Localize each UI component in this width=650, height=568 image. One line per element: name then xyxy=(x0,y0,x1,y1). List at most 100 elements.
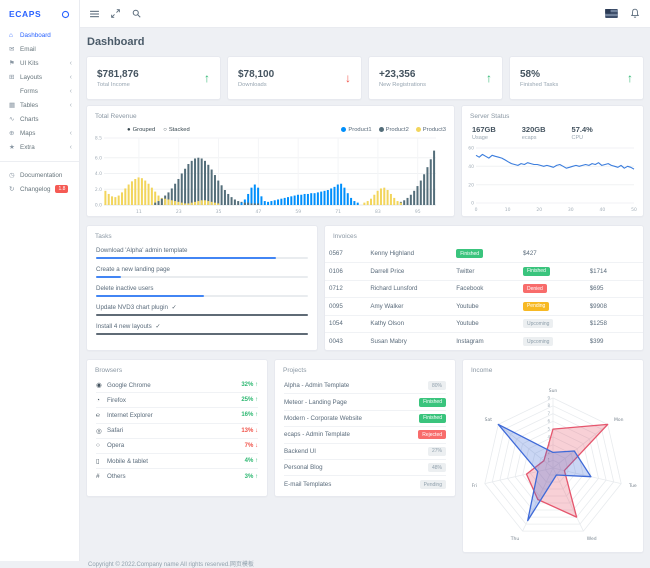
mode-radio-stacked[interactable]: ○Stacked xyxy=(163,127,190,133)
browser-name: Internet Explorer xyxy=(107,412,153,419)
search-icon[interactable] xyxy=(132,9,141,18)
task-progress-track xyxy=(96,333,308,335)
browser-share: 7% ↓ xyxy=(245,443,258,449)
invoice-cell: Twitter xyxy=(452,263,519,281)
sidebar-item-charts[interactable]: ∿Charts xyxy=(0,112,79,126)
svg-text:10: 10 xyxy=(505,207,511,213)
sidebar-item-layouts[interactable]: ⊞Layouts‹ xyxy=(0,70,79,84)
task-item: Update NVD3 chart plugin ✓ xyxy=(87,301,317,316)
task-progress-fill xyxy=(96,314,308,316)
card-title: Invoices xyxy=(325,226,643,244)
table-icon: ▦ xyxy=(9,101,20,109)
stat-card-finished-tasks: 58%Finished Tasks↑ xyxy=(509,56,644,100)
svg-text:4.0: 4.0 xyxy=(95,171,102,177)
language-flag-icon[interactable] xyxy=(605,9,618,18)
legend-item-product2[interactable]: Product2 xyxy=(379,127,409,133)
sidebar-item-dashboard[interactable]: ⌂Dashboard xyxy=(0,28,79,42)
sidebar-item-ui-kits[interactable]: ⚑UI Kits‹ xyxy=(0,56,79,70)
invoice-cell: $399 xyxy=(586,333,643,351)
browser-share: 25% ↑ xyxy=(241,397,258,403)
browser-row-others: #Others3% ↑ xyxy=(96,469,258,484)
invoice-cell: $427 xyxy=(519,245,586,263)
server-metric-cpu: 57.4%CPU xyxy=(572,125,593,141)
server-status-card: Server Status 167GBUsage320GBecaps57.4%C… xyxy=(461,105,644,217)
sidebar-item-documentation[interactable]: ◷Documentation xyxy=(0,168,79,182)
svg-text:23: 23 xyxy=(176,209,182,215)
others-icon: # xyxy=(96,473,107,480)
card-title: Browsers xyxy=(87,360,267,378)
stat-value: $781,876 xyxy=(97,69,139,80)
flag-icon: ⚑ xyxy=(9,59,20,67)
metric-label: CPU xyxy=(572,135,593,141)
metric-label: ecaps xyxy=(522,135,546,141)
trend-up-arrow-icon: ↑ xyxy=(627,71,633,85)
bell-icon[interactable] xyxy=(630,8,640,19)
svg-text:71: 71 xyxy=(335,209,341,215)
svg-text:0: 0 xyxy=(475,207,478,213)
stat-label: Finished Tasks xyxy=(520,82,558,88)
svg-text:20: 20 xyxy=(536,207,542,213)
project-row-modern-corporate-website: Modern - Corporate WebsiteFinished xyxy=(284,411,446,427)
invoice-cell: $1258 xyxy=(586,315,643,333)
project-row-meteor-landing-page: Meteor - Landing PageFinished xyxy=(284,394,446,410)
opera-icon: ○ xyxy=(96,442,107,449)
legend-item-product1[interactable]: Product1 xyxy=(341,127,371,133)
sidebar-item-tables[interactable]: ▦Tables‹ xyxy=(0,98,79,112)
status-badge: Denied xyxy=(523,284,547,293)
invoice-id-cell: 0043 xyxy=(325,333,366,351)
sidebar-toggle-icon[interactable] xyxy=(61,10,70,19)
svg-text:20: 20 xyxy=(468,182,474,188)
invoice-cell: Youtube xyxy=(452,298,519,316)
mode-radio-grouped[interactable]: ●Grouped xyxy=(127,127,155,133)
svg-text:Sat: Sat xyxy=(485,417,493,423)
stat-cards-row: $781,876Total Income↑$78,100Downloads↓+2… xyxy=(86,56,644,100)
sidebar-divider xyxy=(0,161,79,162)
invoice-id-cell: 0106 xyxy=(325,263,366,281)
metric-label: Usage xyxy=(472,135,496,141)
sidebar-item-forms[interactable]: Forms‹ xyxy=(0,84,79,98)
project-name: Personal Blog xyxy=(284,464,323,471)
browser-row-safari: ◎Safari13% ↓ xyxy=(96,424,258,439)
invoice-cell: Susan Mabry xyxy=(366,333,452,351)
check-icon: ✓ xyxy=(155,324,160,330)
svg-text:83: 83 xyxy=(375,209,381,215)
tasks-list: Download 'Alpha' admin templateCreate a … xyxy=(87,244,317,335)
sidebar-secondary-nav: ◷Documentation↻Changelog1.8 xyxy=(0,168,79,196)
card-title: Projects xyxy=(275,360,455,378)
table-row: 0712Richard LunsfordFacebookDenied$695 xyxy=(325,280,643,298)
stat-card-new-registrations: +23,356New Registrations↑ xyxy=(368,56,503,100)
ie-icon: ℮ xyxy=(96,412,107,419)
task-item: Install 4 new layouts ✓ xyxy=(87,320,317,335)
invoice-status-cell: Finished xyxy=(452,245,519,263)
svg-text:8.5: 8.5 xyxy=(95,136,102,142)
chevron-icon: ‹ xyxy=(70,88,72,95)
sidebar-item-email[interactable]: ✉Email xyxy=(0,42,79,56)
tasks-card: Tasks Download 'Alpha' admin templateCre… xyxy=(86,225,318,351)
check-icon: ✓ xyxy=(172,305,177,311)
browser-share: 32% ↑ xyxy=(241,382,258,388)
invoice-status-cell: Pending xyxy=(519,298,586,316)
sidebar-item-maps[interactable]: ⊕Maps‹ xyxy=(0,126,79,140)
svg-text:Sun: Sun xyxy=(549,388,558,394)
browser-name: Others xyxy=(107,473,126,480)
sidebar-item-changelog[interactable]: ↻Changelog1.8 xyxy=(0,182,79,196)
svg-text:Tue: Tue xyxy=(628,483,637,489)
menu-icon[interactable] xyxy=(90,10,99,18)
svg-text:Mon: Mon xyxy=(614,417,624,423)
svg-text:11: 11 xyxy=(136,209,142,215)
task-item: Delete inactive users xyxy=(87,282,317,297)
expand-icon[interactable] xyxy=(111,9,120,18)
chevron-icon: ‹ xyxy=(70,130,72,137)
sidebar-item-label: Tables xyxy=(20,102,38,109)
browser-row-internet-explorer: ℮Internet Explorer16% ↑ xyxy=(96,408,258,423)
invoice-status-cell: Upcoming xyxy=(519,333,586,351)
legend-item-product3[interactable]: Product3 xyxy=(416,127,446,133)
trend-up-arrow-icon: ↑ xyxy=(486,71,492,85)
svg-text:30: 30 xyxy=(568,207,574,213)
sidebar-item-extra[interactable]: ★Extra‹ xyxy=(0,140,79,154)
table-row: 0106Darrell PriceTwitterFinished$1714 xyxy=(325,263,643,281)
invoice-cell: Amy Walker xyxy=(366,298,452,316)
svg-text:35: 35 xyxy=(216,209,222,215)
invoice-status-cell: Finished xyxy=(519,263,586,281)
svg-text:Fri: Fri xyxy=(472,483,477,489)
